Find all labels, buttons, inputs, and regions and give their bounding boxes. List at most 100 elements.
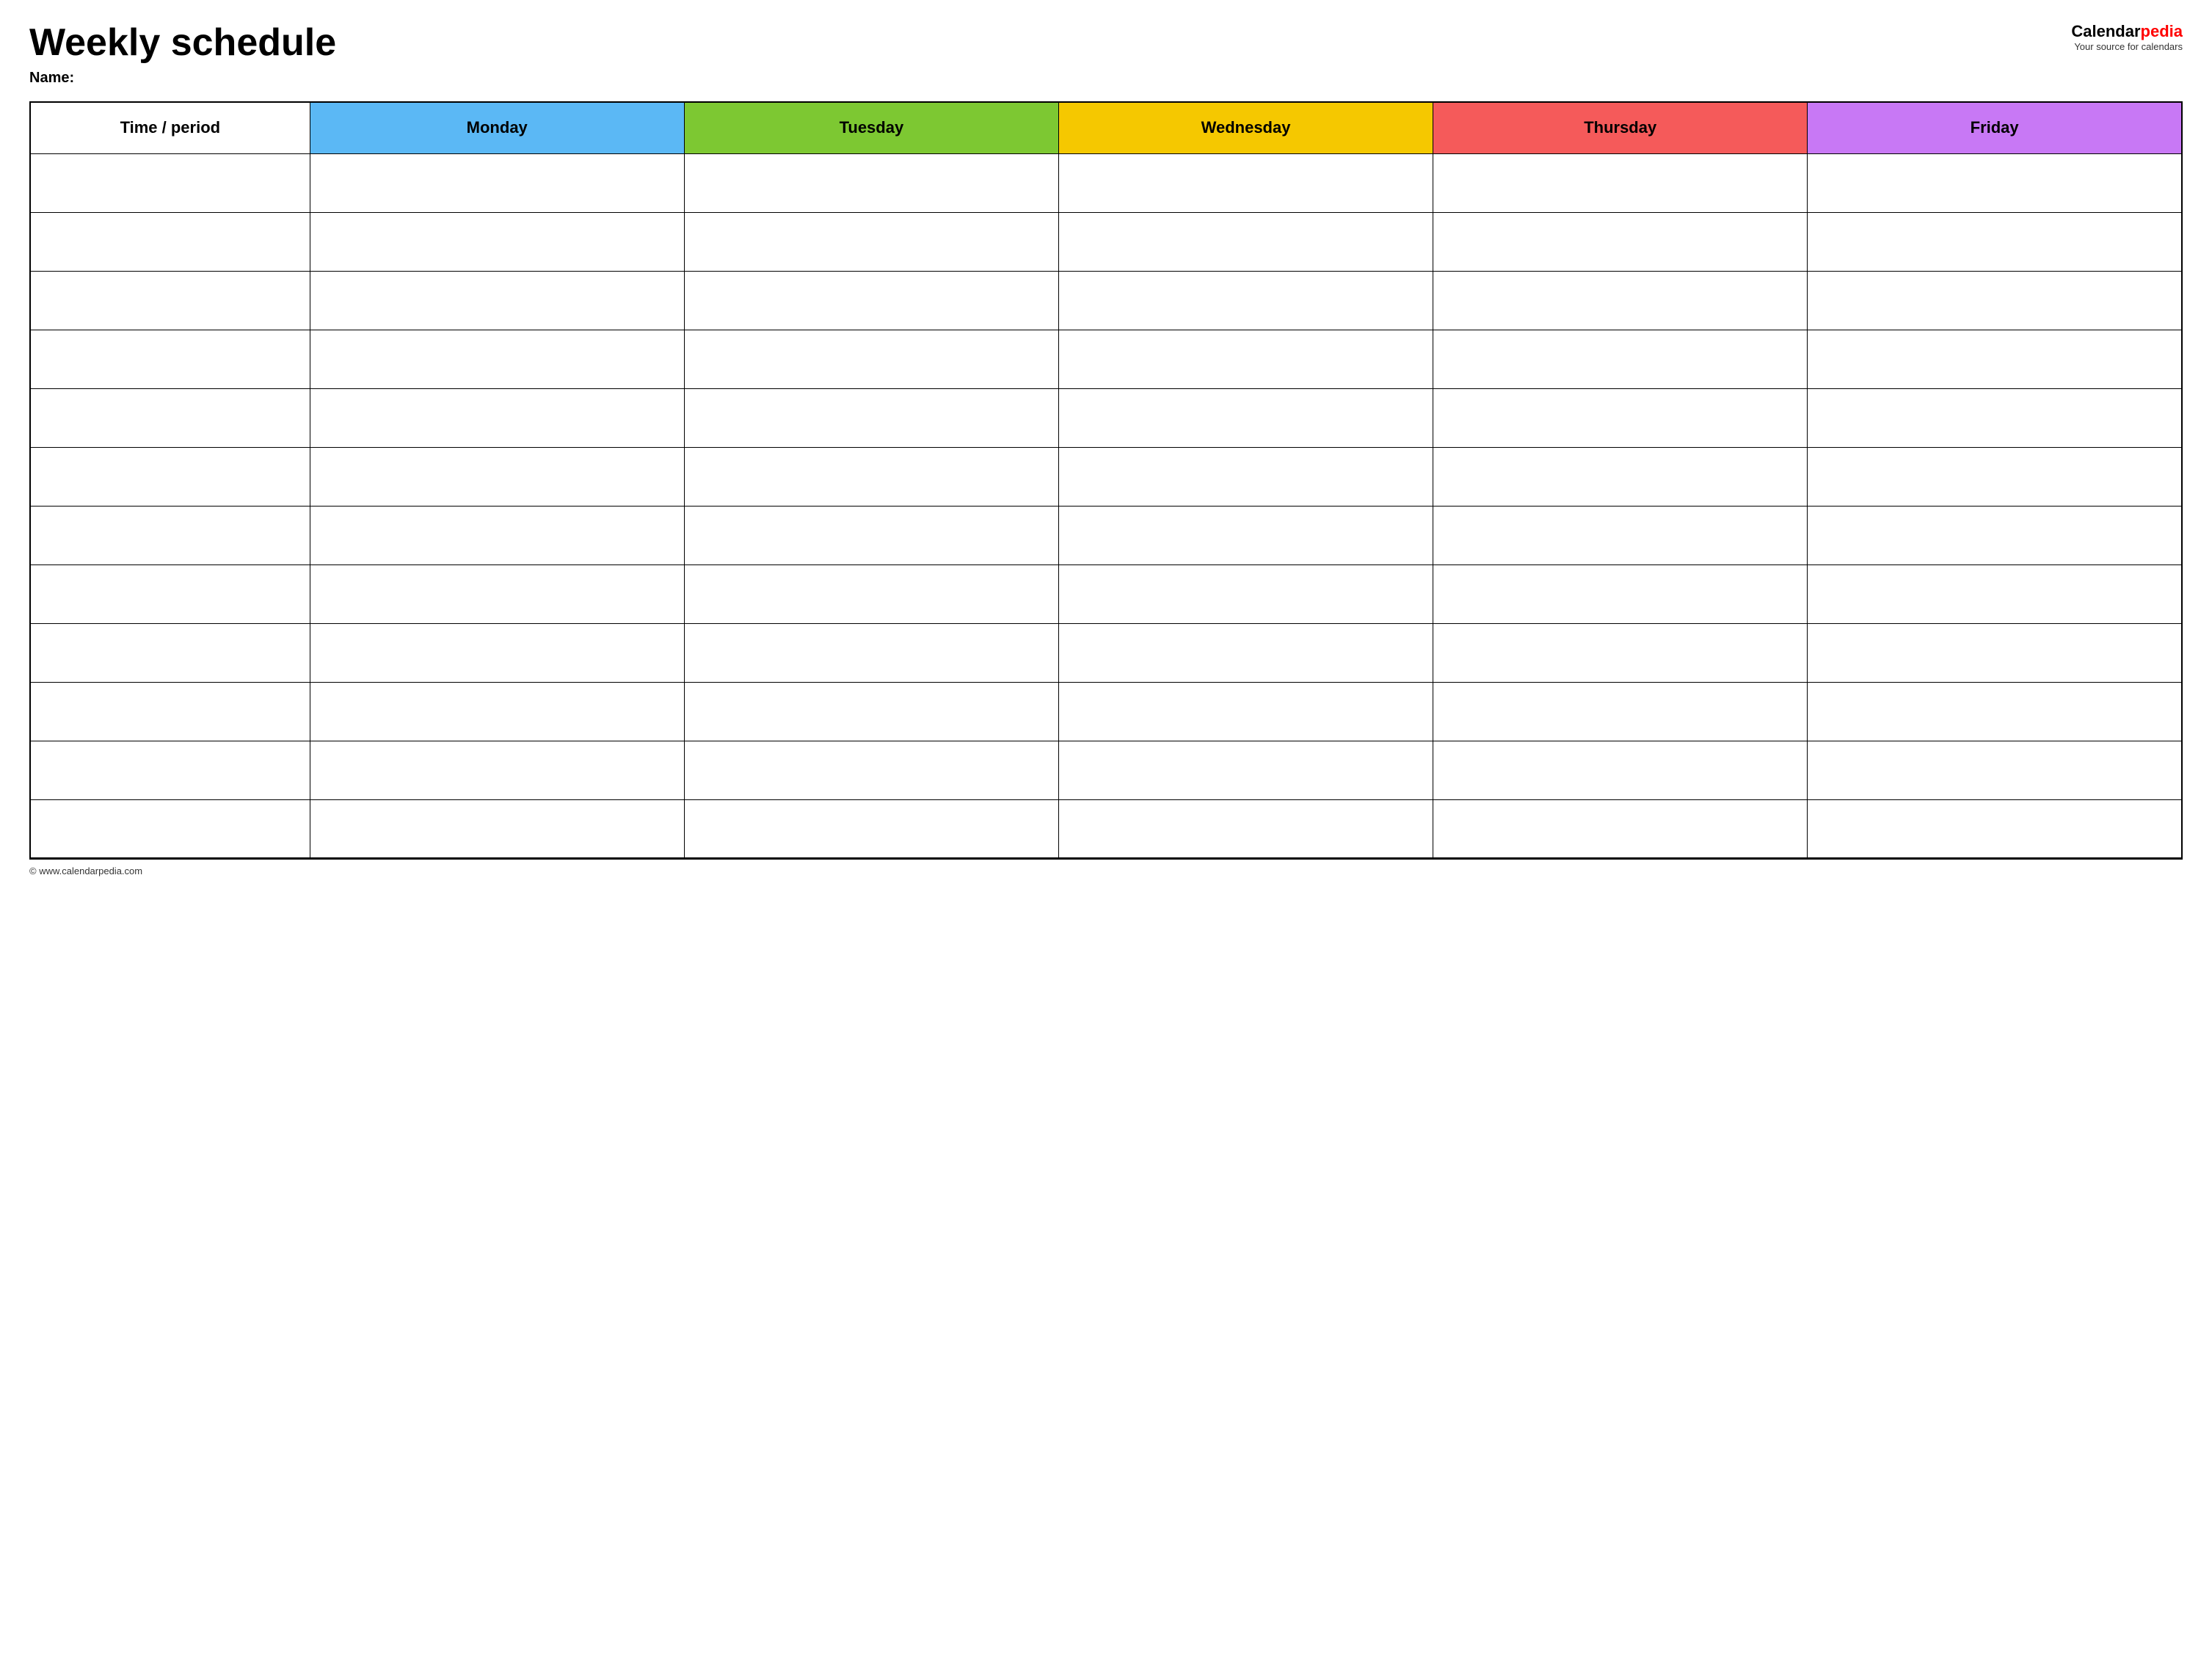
table-row bbox=[30, 388, 2182, 447]
cell-row9-col0[interactable] bbox=[30, 682, 310, 741]
cell-row1-col0[interactable] bbox=[30, 212, 310, 271]
table-row bbox=[30, 506, 2182, 564]
table-row bbox=[30, 271, 2182, 330]
cell-row6-col3[interactable] bbox=[1058, 506, 1433, 564]
logo-text: Calendarpedia bbox=[2071, 22, 2183, 41]
cell-row6-col2[interactable] bbox=[684, 506, 1058, 564]
table-row bbox=[30, 564, 2182, 623]
logo-area: Calendarpedia Your source for calendars bbox=[2071, 22, 2183, 52]
cell-row1-col4[interactable] bbox=[1433, 212, 1808, 271]
weekly-schedule-table: Time / period Monday Tuesday Wednesday T… bbox=[29, 101, 2183, 859]
cell-row4-col3[interactable] bbox=[1058, 388, 1433, 447]
table-row bbox=[30, 682, 2182, 741]
cell-row2-col5[interactable] bbox=[1808, 271, 2182, 330]
cell-row1-col1[interactable] bbox=[310, 212, 684, 271]
cell-row4-col0[interactable] bbox=[30, 388, 310, 447]
cell-row8-col2[interactable] bbox=[684, 623, 1058, 682]
logo-pedia: pedia bbox=[2141, 22, 2183, 40]
cell-row10-col5[interactable] bbox=[1808, 741, 2182, 799]
cell-row4-col1[interactable] bbox=[310, 388, 684, 447]
cell-row6-col1[interactable] bbox=[310, 506, 684, 564]
footer: © www.calendarpedia.com bbox=[29, 865, 2183, 876]
cell-row8-col0[interactable] bbox=[30, 623, 310, 682]
cell-row5-col5[interactable] bbox=[1808, 447, 2182, 506]
cell-row3-col2[interactable] bbox=[684, 330, 1058, 388]
cell-row5-col2[interactable] bbox=[684, 447, 1058, 506]
cell-row8-col4[interactable] bbox=[1433, 623, 1808, 682]
page-header: Weekly schedule Name: Calendarpedia Your… bbox=[29, 22, 2183, 87]
cell-row3-col1[interactable] bbox=[310, 330, 684, 388]
cell-row5-col1[interactable] bbox=[310, 447, 684, 506]
logo-calendar: Calendar bbox=[2071, 22, 2140, 40]
cell-row9-col4[interactable] bbox=[1433, 682, 1808, 741]
cell-row3-col5[interactable] bbox=[1808, 330, 2182, 388]
cell-row9-col5[interactable] bbox=[1808, 682, 2182, 741]
cell-row11-col5[interactable] bbox=[1808, 799, 2182, 858]
footer-divider bbox=[29, 859, 2183, 860]
cell-row7-col4[interactable] bbox=[1433, 564, 1808, 623]
cell-row3-col3[interactable] bbox=[1058, 330, 1433, 388]
cell-row2-col3[interactable] bbox=[1058, 271, 1433, 330]
col-header-friday: Friday bbox=[1808, 102, 2182, 153]
cell-row9-col3[interactable] bbox=[1058, 682, 1433, 741]
col-header-monday: Monday bbox=[310, 102, 684, 153]
cell-row10-col0[interactable] bbox=[30, 741, 310, 799]
cell-row1-col3[interactable] bbox=[1058, 212, 1433, 271]
cell-row10-col2[interactable] bbox=[684, 741, 1058, 799]
cell-row0-col5[interactable] bbox=[1808, 153, 2182, 212]
cell-row4-col4[interactable] bbox=[1433, 388, 1808, 447]
table-row bbox=[30, 153, 2182, 212]
cell-row7-col1[interactable] bbox=[310, 564, 684, 623]
cell-row11-col1[interactable] bbox=[310, 799, 684, 858]
cell-row7-col5[interactable] bbox=[1808, 564, 2182, 623]
cell-row9-col2[interactable] bbox=[684, 682, 1058, 741]
cell-row2-col0[interactable] bbox=[30, 271, 310, 330]
cell-row10-col1[interactable] bbox=[310, 741, 684, 799]
cell-row9-col1[interactable] bbox=[310, 682, 684, 741]
cell-row7-col2[interactable] bbox=[684, 564, 1058, 623]
cell-row4-col2[interactable] bbox=[684, 388, 1058, 447]
cell-row11-col0[interactable] bbox=[30, 799, 310, 858]
cell-row5-col4[interactable] bbox=[1433, 447, 1808, 506]
cell-row11-col3[interactable] bbox=[1058, 799, 1433, 858]
cell-row6-col0[interactable] bbox=[30, 506, 310, 564]
cell-row10-col4[interactable] bbox=[1433, 741, 1808, 799]
cell-row4-col5[interactable] bbox=[1808, 388, 2182, 447]
cell-row0-col4[interactable] bbox=[1433, 153, 1808, 212]
table-row bbox=[30, 330, 2182, 388]
cell-row0-col2[interactable] bbox=[684, 153, 1058, 212]
page-title: Weekly schedule bbox=[29, 22, 336, 64]
table-row bbox=[30, 447, 2182, 506]
cell-row11-col2[interactable] bbox=[684, 799, 1058, 858]
table-row bbox=[30, 799, 2182, 858]
table-row bbox=[30, 741, 2182, 799]
cell-row7-col3[interactable] bbox=[1058, 564, 1433, 623]
cell-row2-col4[interactable] bbox=[1433, 271, 1808, 330]
col-header-time: Time / period bbox=[30, 102, 310, 153]
cell-row5-col3[interactable] bbox=[1058, 447, 1433, 506]
table-row bbox=[30, 623, 2182, 682]
cell-row10-col3[interactable] bbox=[1058, 741, 1433, 799]
col-header-tuesday: Tuesday bbox=[684, 102, 1058, 153]
table-row bbox=[30, 212, 2182, 271]
cell-row2-col1[interactable] bbox=[310, 271, 684, 330]
logo-tagline: Your source for calendars bbox=[2074, 41, 2183, 52]
cell-row0-col0[interactable] bbox=[30, 153, 310, 212]
col-header-thursday: Thursday bbox=[1433, 102, 1808, 153]
cell-row0-col3[interactable] bbox=[1058, 153, 1433, 212]
cell-row8-col1[interactable] bbox=[310, 623, 684, 682]
cell-row6-col4[interactable] bbox=[1433, 506, 1808, 564]
cell-row8-col5[interactable] bbox=[1808, 623, 2182, 682]
cell-row11-col4[interactable] bbox=[1433, 799, 1808, 858]
cell-row7-col0[interactable] bbox=[30, 564, 310, 623]
cell-row3-col0[interactable] bbox=[30, 330, 310, 388]
cell-row6-col5[interactable] bbox=[1808, 506, 2182, 564]
cell-row3-col4[interactable] bbox=[1433, 330, 1808, 388]
cell-row1-col2[interactable] bbox=[684, 212, 1058, 271]
cell-row5-col0[interactable] bbox=[30, 447, 310, 506]
cell-row1-col5[interactable] bbox=[1808, 212, 2182, 271]
cell-row8-col3[interactable] bbox=[1058, 623, 1433, 682]
cell-row0-col1[interactable] bbox=[310, 153, 684, 212]
name-label: Name: bbox=[29, 70, 336, 87]
cell-row2-col2[interactable] bbox=[684, 271, 1058, 330]
